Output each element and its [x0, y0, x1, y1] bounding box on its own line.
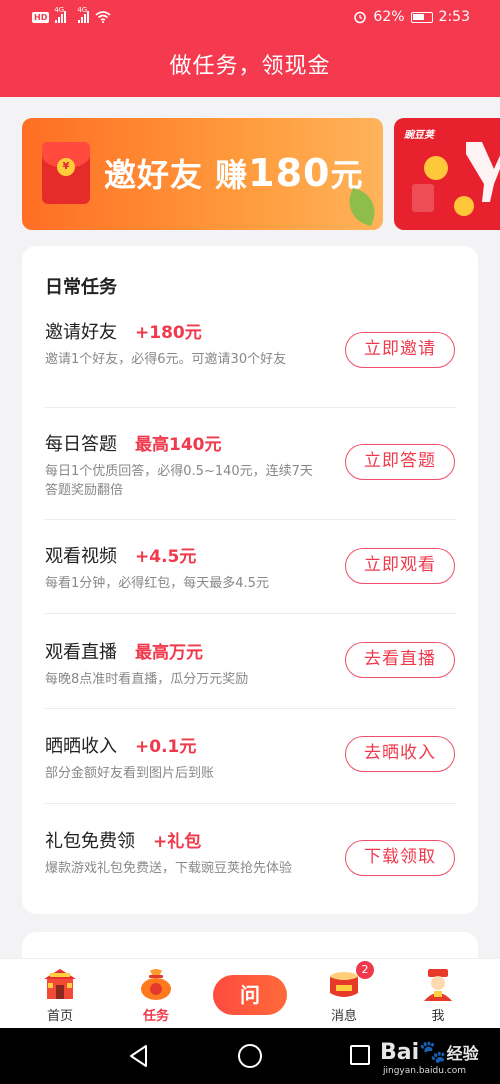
- nav-tasks[interactable]: 任务: [116, 959, 196, 1029]
- coin-icon: [424, 156, 448, 180]
- task-item: 每日答题 最高140元 每日1个优质回答，必得0.5~140元，连续7天答题奖励翻…: [45, 430, 455, 500]
- status-bar: HD 4G 4G 62% 2:53: [0, 0, 500, 38]
- baidu-watermark: Bai🐾经验: [380, 1040, 479, 1065]
- back-icon[interactable]: [128, 1044, 150, 1068]
- task-reward: 最高万元: [135, 643, 203, 663]
- nav-home-label: 首页: [46, 1009, 73, 1024]
- banner-label: 邀好友 赚: [104, 156, 249, 194]
- divider: [45, 803, 456, 804]
- signal-icon: 4G: [77, 6, 90, 23]
- watermark-text: Bai: [380, 1040, 420, 1065]
- battery-icon: [410, 11, 433, 23]
- money-bag-icon: [141, 969, 171, 1000]
- answer-button[interactable]: 立即答题: [345, 444, 455, 480]
- task-desc: 每看1分钟，必得红包，每天最多4.5元: [45, 576, 269, 591]
- task-reward: +0.1元: [135, 737, 197, 757]
- task-reward: 最高140元: [135, 435, 222, 455]
- divider: [45, 708, 456, 709]
- coin-icon: [454, 196, 474, 216]
- alarm-icon: [354, 11, 367, 24]
- download-gift-button[interactable]: 下载领取: [345, 840, 455, 876]
- watch-video-button[interactable]: 立即观看: [345, 548, 455, 584]
- nav-messages[interactable]: 2 消息: [304, 959, 384, 1029]
- task-desc: 每日1个优质回答，必得0.5~140元，连续7天答题奖励翻倍: [45, 464, 313, 498]
- task-name: 观看直播: [45, 642, 117, 663]
- task-desc: 每晚8点准时看直播，瓜分万元奖励: [45, 672, 249, 687]
- watermark-suffix: 经验: [446, 1044, 479, 1063]
- home-gate-icon: [44, 969, 76, 999]
- hd-badge: HD: [32, 11, 50, 23]
- banner-amount: 180: [248, 151, 331, 195]
- share-income-button[interactable]: 去晒收入: [345, 736, 455, 772]
- task-desc: 邀请1个好友，必得6元。可邀请30个好友: [45, 352, 287, 367]
- task-item: 晒晒收入 +0.1元 部分金额好友看到图片后到账 去晒收入: [45, 732, 455, 783]
- ask-button[interactable]: 问: [213, 975, 287, 1015]
- task-name: 每日答题: [45, 434, 117, 455]
- wifi-icon: [95, 11, 111, 23]
- task-item: 邀请好友 +180元 邀请1个好友，必得6元。可邀请30个好友 立即邀请: [45, 318, 455, 369]
- banner-text: 邀好友 赚180元: [104, 150, 364, 196]
- task-desc: 爆款游戏礼包免费送，下载豌豆荚抢先体验: [45, 861, 293, 876]
- nav-messages-label: 消息: [330, 1009, 357, 1024]
- task-name: 邀请好友: [45, 322, 117, 343]
- task-reward: +礼包: [153, 832, 202, 852]
- task-desc: 部分金额好友看到图片后到账: [45, 766, 215, 781]
- divider: [45, 407, 456, 408]
- task-item: 观看视频 +4.5元 每看1分钟，必得红包，每天最多4.5元 立即观看: [45, 542, 455, 593]
- page-title: 做任务，领现金: [169, 54, 331, 79]
- task-reward: +180元: [135, 323, 202, 343]
- promo-banner[interactable]: 豌豆荚: [394, 118, 500, 230]
- section-title: 日常任务: [45, 277, 117, 298]
- home-icon[interactable]: [238, 1044, 262, 1068]
- network-type-2: 4G: [77, 6, 88, 14]
- task-item: 礼包免费领 +礼包 爆款游戏礼包免费送，下载豌豆荚抢先体验 下载领取: [45, 827, 455, 878]
- divider: [45, 519, 456, 520]
- task-item: 观看直播 最高万元 每晚8点准时看直播，瓜分万元奖励 去看直播: [45, 638, 455, 689]
- recent-apps-icon[interactable]: [350, 1045, 370, 1065]
- nav-me[interactable]: 我: [398, 959, 478, 1029]
- invite-button[interactable]: 立即邀请: [345, 332, 455, 368]
- envelope-icon: [412, 184, 434, 212]
- yen-symbol-icon: [466, 142, 500, 202]
- message-badge: 2: [356, 961, 374, 979]
- app-header: HD 4G 4G 62% 2:53 做任务，领现金: [0, 0, 500, 97]
- bottom-nav: 首页 任务 问 2 消息 我: [0, 958, 500, 1028]
- task-name: 礼包免费领: [45, 831, 135, 852]
- system-nav-bar: Bai🐾经验 jingyan.baidu.com: [0, 1028, 500, 1084]
- network-type-1: 4G: [54, 6, 65, 14]
- task-name: 晒晒收入: [45, 736, 117, 757]
- clock: 2:53: [438, 9, 470, 25]
- invite-banner[interactable]: ¥ 邀好友 赚180元: [22, 118, 383, 230]
- daily-tasks-card: 日常任务 邀请好友 +180元 邀请1个好友，必得6元。可邀请30个好友 立即邀请…: [22, 246, 478, 914]
- nav-home[interactable]: 首页: [20, 959, 100, 1029]
- promo-brand-logo: 豌豆荚: [404, 130, 434, 141]
- task-reward: +4.5元: [135, 547, 197, 567]
- watch-live-button[interactable]: 去看直播: [345, 642, 455, 678]
- watermark-url: jingyan.baidu.com: [383, 1066, 467, 1076]
- battery-percent: 62%: [373, 9, 405, 25]
- nav-me-label: 我: [431, 1009, 445, 1024]
- profile-avatar-icon: [424, 969, 452, 1001]
- nav-tasks-label: 任务: [142, 1009, 169, 1024]
- task-name: 观看视频: [45, 546, 117, 567]
- signal-icon: 4G: [54, 6, 67, 23]
- banner-unit: 元: [330, 156, 364, 194]
- divider: [45, 613, 456, 614]
- paw-icon: 🐾: [419, 1040, 447, 1065]
- red-envelope-icon: ¥: [42, 142, 90, 204]
